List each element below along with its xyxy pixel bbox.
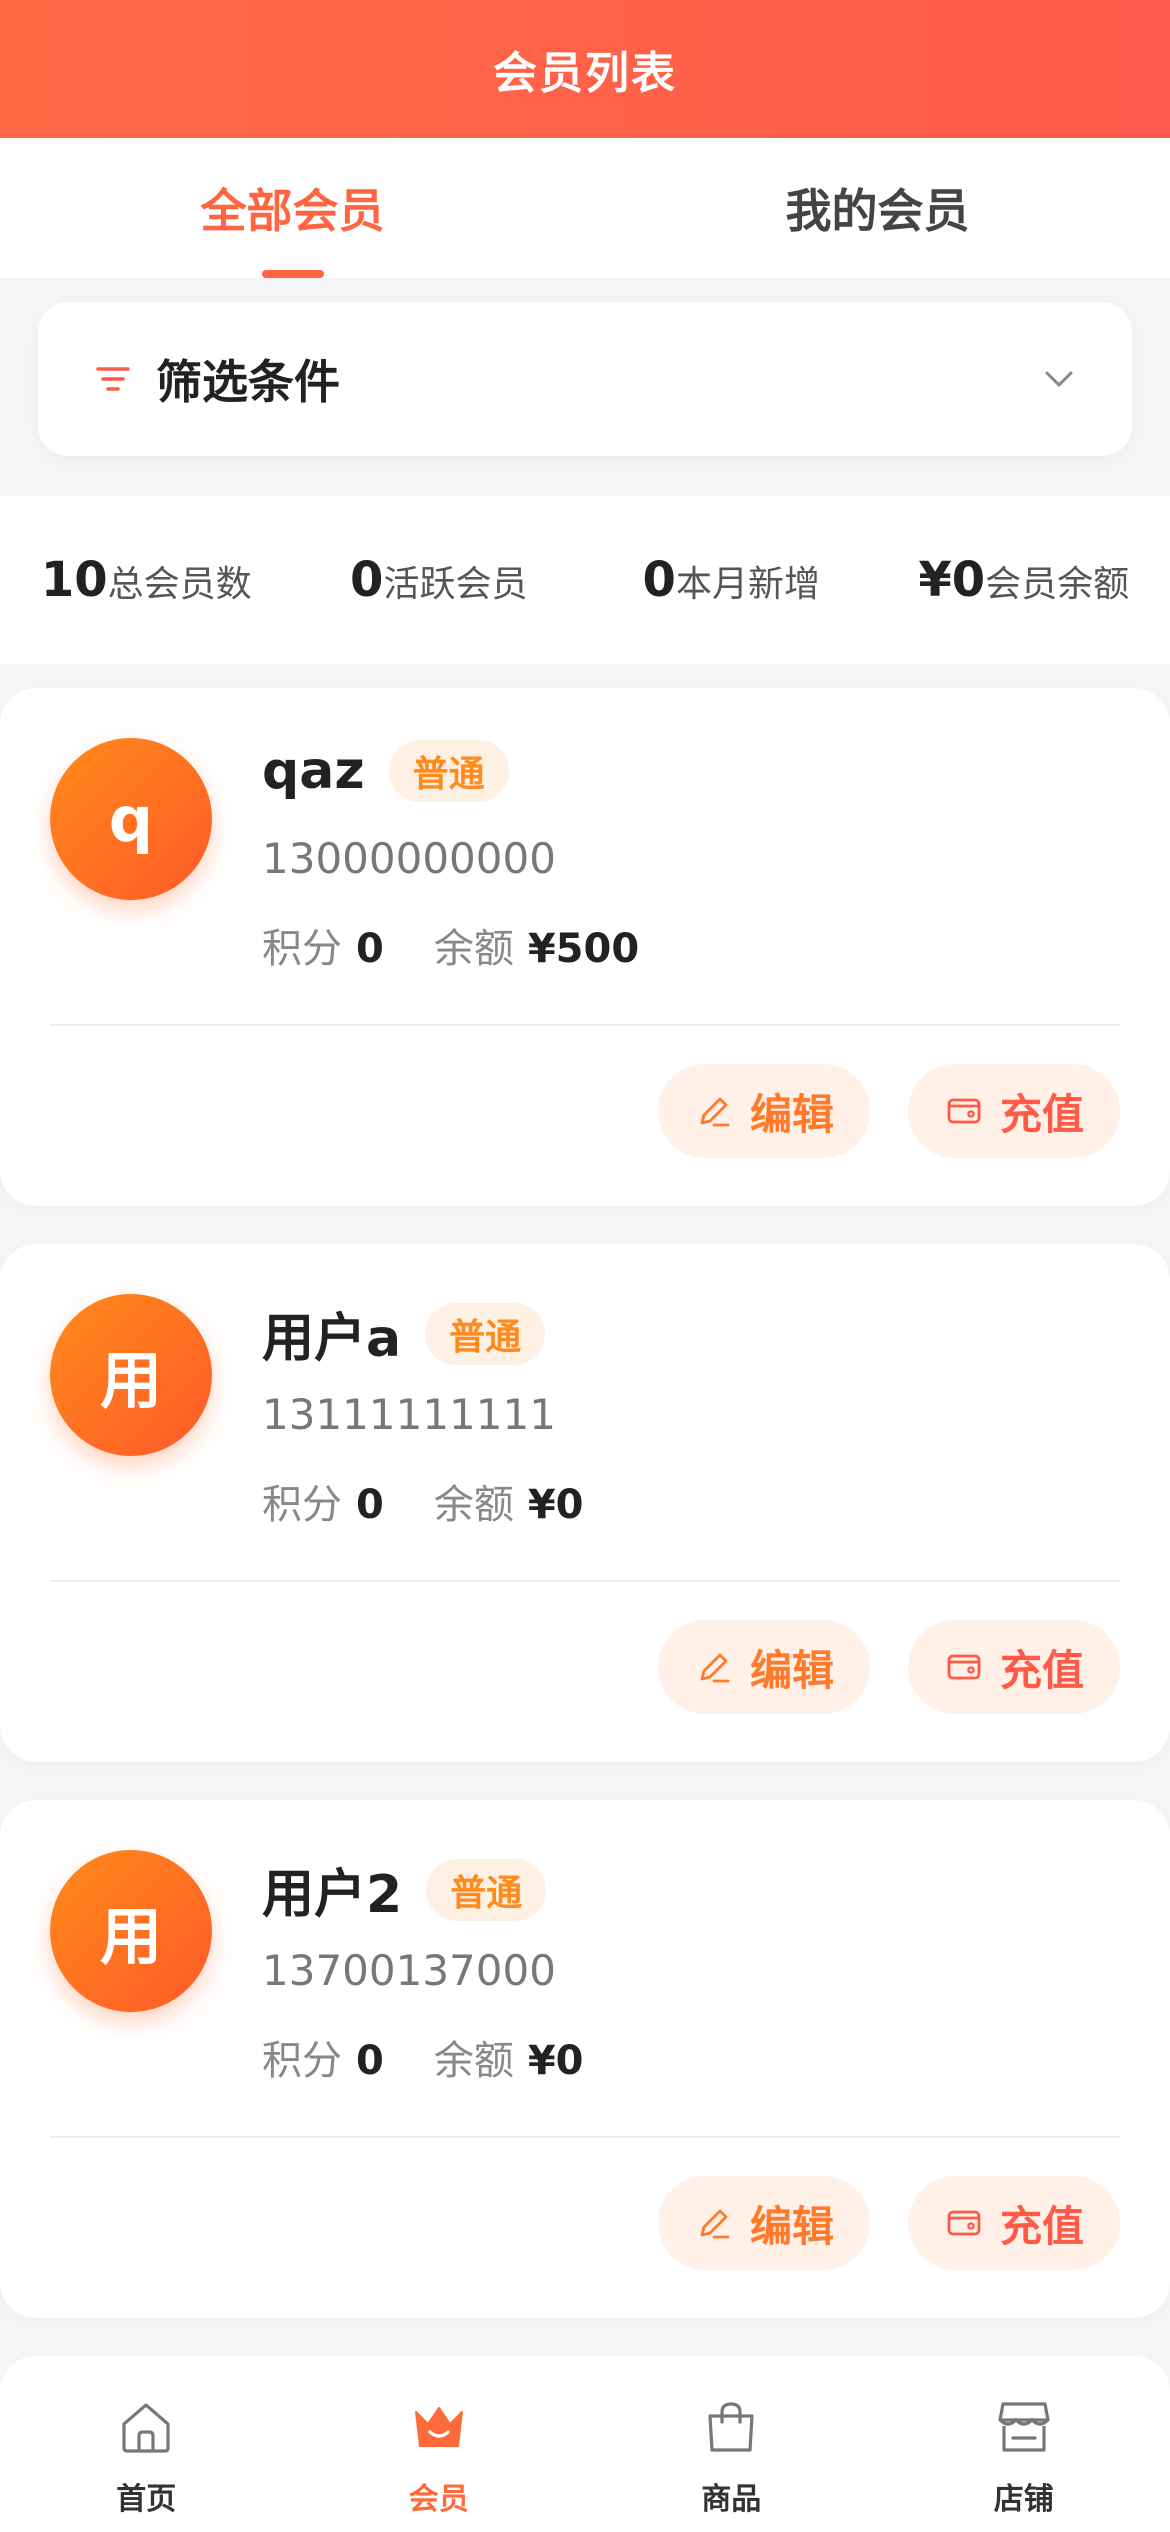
points-value: 0: [356, 1482, 384, 1528]
bottom-nav: 首页 会员 商品 店铺: [0, 2356, 1170, 2532]
edit-icon: [700, 2209, 730, 2239]
tab-all-members[interactable]: 全部会员: [0, 138, 585, 278]
card-divider: [50, 2136, 1120, 2138]
header-bar: 会员列表: [0, 0, 1170, 138]
recharge-button[interactable]: 充值: [908, 2176, 1120, 2270]
member-name-row: qaz 普通: [262, 740, 509, 802]
home-icon: [122, 2403, 170, 2453]
nav-label: 会员: [408, 2482, 469, 2517]
member-meta: 积分 0 余额 ¥0: [262, 2028, 584, 2086]
stat-value: 10: [40, 552, 108, 608]
level-badge: 普通: [388, 740, 509, 802]
avatar: 用: [50, 1850, 212, 2012]
chevron-down-icon[interactable]: [1036, 356, 1082, 402]
member-meta: 积分 0 余额 ¥500: [262, 916, 639, 974]
stat-new-this-month: 0 本月新增: [585, 552, 878, 608]
store-icon: [998, 2402, 1050, 2452]
nav-item-home[interactable]: 首页: [0, 2356, 293, 2532]
shopping-bag-icon: [708, 2402, 754, 2452]
member-tabs: 全部会员 我的会员: [0, 138, 1170, 278]
edit-button[interactable]: 编辑: [658, 1620, 870, 1714]
member-card[interactable]: 用 用户a 普通 13111111111 积分 0 余额 ¥0 编辑 充值: [0, 1244, 1170, 1762]
tab-my-members-label: 我的会员: [785, 184, 970, 238]
nav-label: 店铺: [993, 2482, 1054, 2517]
points-label: 积分: [262, 2038, 342, 2084]
level-badge: 普通: [426, 1858, 547, 1921]
member-meta: 积分 0 余额 ¥0: [262, 1472, 584, 1530]
stat-label: 总会员数: [107, 564, 252, 605]
wallet-icon: [947, 1098, 981, 1124]
nav-item-products[interactable]: 商品: [585, 2356, 878, 2532]
app-root: 会员列表 全部会员 我的会员 筛选条件 10 总会员数 0 活跃会员 0 本月新…: [0, 0, 1170, 2532]
edit-button-label: 编辑: [749, 1645, 834, 1695]
tab-my-members[interactable]: 我的会员: [585, 138, 1170, 278]
recharge-button-label: 充值: [999, 1645, 1084, 1695]
stat-total-members: 10 总会员数: [0, 552, 293, 608]
stat-label: 活跃会员: [383, 564, 528, 605]
recharge-button[interactable]: 充值: [908, 1064, 1120, 1158]
nav-item-store[interactable]: 店铺: [878, 2356, 1170, 2532]
nav-label: 首页: [116, 2482, 177, 2517]
avatar: 用: [50, 1294, 212, 1456]
filter-icon: [96, 367, 130, 391]
member-name: qaz: [262, 741, 365, 801]
wallet-icon: [947, 2210, 981, 2236]
nav-label: 商品: [701, 2482, 762, 2517]
edit-icon: [700, 1097, 730, 1127]
points-value: 0: [356, 2038, 384, 2084]
active-tab-indicator: [261, 270, 324, 278]
recharge-button[interactable]: 充值: [908, 1620, 1120, 1714]
card-divider: [50, 1024, 1120, 1026]
stat-label: 本月新增: [675, 564, 820, 605]
points-label: 积分: [262, 926, 342, 972]
level-badge: 普通: [425, 1302, 546, 1365]
recharge-button-label: 充值: [999, 1089, 1084, 1139]
points-value: 0: [356, 926, 384, 972]
nav-item-members[interactable]: 会员: [293, 2356, 586, 2532]
stat-member-balance: ¥0 会员余额: [878, 552, 1170, 608]
edit-button[interactable]: 编辑: [658, 2176, 870, 2270]
member-name-row: 用户2 普通: [262, 1852, 547, 1927]
stat-value: 0: [350, 552, 384, 608]
tab-all-members-label: 全部会员: [200, 184, 385, 238]
member-phone: 13700137000: [262, 1946, 556, 1995]
balance-value: ¥500: [527, 926, 640, 972]
wallet-icon: [947, 1654, 981, 1680]
balance-label: 余额: [433, 1482, 514, 1528]
edit-button[interactable]: 编辑: [658, 1064, 870, 1158]
balance-value: ¥0: [527, 1482, 584, 1528]
member-name: 用户2: [262, 1865, 403, 1925]
edit-button-label: 编辑: [749, 1089, 834, 1139]
points-label: 积分: [262, 1482, 342, 1528]
member-phone: 13111111111: [262, 1390, 556, 1439]
filter-panel[interactable]: 筛选条件: [38, 302, 1132, 456]
member-name: 用户a: [262, 1309, 402, 1369]
stat-label: 会员余额: [985, 564, 1130, 605]
member-phone: 13000000000: [262, 834, 556, 883]
stat-active-members: 0 活跃会员: [293, 552, 586, 608]
avatar: q: [50, 738, 212, 900]
balance-label: 余额: [433, 926, 514, 972]
balance-value: ¥0: [527, 2038, 584, 2084]
filter-label: 筛选条件: [156, 355, 340, 409]
balance-label: 余额: [433, 2038, 514, 2084]
member-name-row: 用户a 普通: [262, 1296, 546, 1371]
stat-value: ¥0: [918, 552, 986, 608]
crown-icon: [414, 2407, 463, 2447]
card-divider: [50, 1580, 1120, 1582]
edit-button-label: 编辑: [749, 2201, 834, 2251]
member-card[interactable]: q qaz 普通 13000000000 积分 0 余额 ¥500 编辑 充值: [0, 688, 1170, 1206]
member-card[interactable]: 用 用户2 普通 13700137000 积分 0 余额 ¥0 编辑 充值: [0, 1800, 1170, 2318]
page-title: 会员列表: [493, 48, 677, 99]
edit-icon: [700, 1653, 730, 1683]
stats-row: 10 总会员数 0 活跃会员 0 本月新增 ¥0 会员余额: [0, 496, 1170, 664]
stat-value: 0: [642, 552, 676, 608]
recharge-button-label: 充值: [999, 2201, 1084, 2251]
